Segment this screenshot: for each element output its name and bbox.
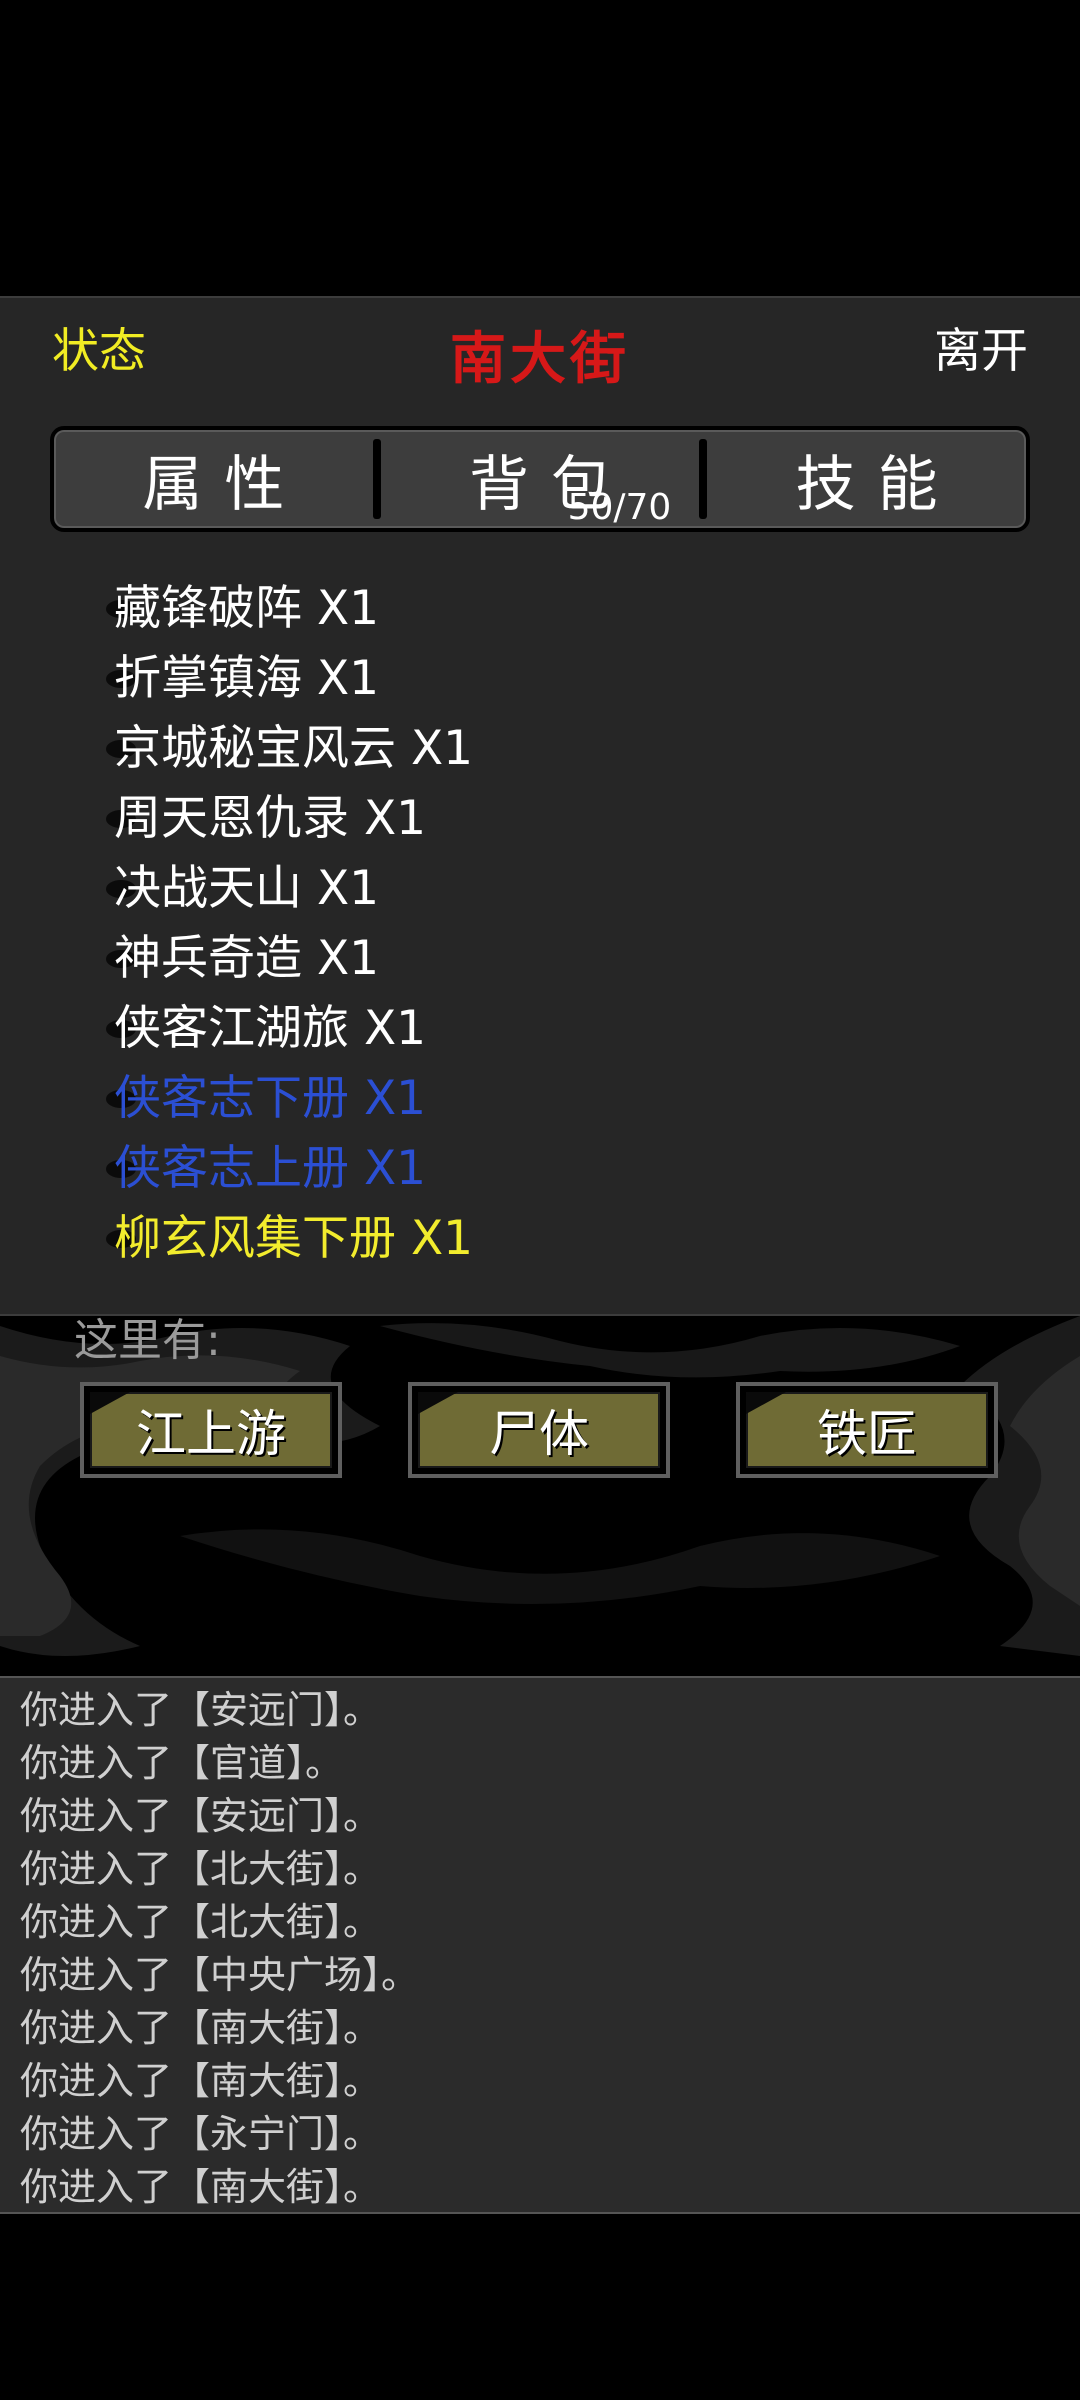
- npc-label: 铁匠: [817, 1405, 917, 1463]
- inventory-item[interactable]: 神兵奇造 X1: [106, 924, 473, 994]
- log-line: 你进入了【南大街】。: [20, 2165, 382, 2209]
- log-line: 你进入了【中央广场】。: [20, 1953, 420, 1997]
- inventory-item[interactable]: 柳玄风集下册 X1: [106, 1204, 474, 1274]
- inventory-item-name: 藏锋破阵 X1: [114, 581, 380, 636]
- log-line: 你进入了【永宁门】。: [20, 2112, 382, 2156]
- inventory-item[interactable]: 侠客志上册 X1: [106, 1134, 473, 1204]
- inventory-item[interactable]: 折掌镇海 X1: [106, 644, 473, 714]
- inventory-item-name: 柳玄风集下册 X1: [114, 1211, 474, 1266]
- tab-attributes-label: 属性: [142, 449, 307, 520]
- inventory-item[interactable]: 藏锋破阵 X1: [106, 574, 473, 644]
- inventory-item[interactable]: 决战天山 X1: [106, 854, 473, 924]
- inventory-item[interactable]: 侠客江湖旅 X1: [106, 994, 473, 1064]
- leave-button[interactable]: 离开: [934, 322, 1028, 382]
- inventory-item-name: 京城秘宝风云 X1: [114, 721, 474, 776]
- npc-label: 江上游: [136, 1405, 286, 1463]
- inventory-item-name: 神兵奇造 X1: [114, 931, 380, 986]
- npc-button-jiangshangyou[interactable]: 江上游: [80, 1382, 342, 1478]
- inventory-item[interactable]: 周天恩仇录 X1: [106, 784, 473, 854]
- log-line: 你进入了【安远门】。: [20, 1688, 382, 1732]
- tab-divider: [372, 439, 381, 519]
- location-panel: 状态 南大街 离开 属性 背包 50/70 技能 藏锋破阵 X1 折掌镇海 X1 京…: [0, 296, 1080, 1316]
- npc-button-blacksmith[interactable]: 铁匠: [736, 1382, 998, 1478]
- inventory-list: 藏锋破阵 X1 折掌镇海 X1 京城秘宝风云 X1 周天恩仇录 X1 决战天山 X1 神兵…: [106, 574, 474, 1274]
- inventory-item-name: 决战天山 X1: [114, 861, 380, 916]
- log-line: 你进入了【北大街】。: [20, 1847, 382, 1891]
- inventory-item[interactable]: 侠客志下册 X1: [106, 1064, 473, 1134]
- backpack-capacity: 50/70: [567, 487, 672, 528]
- tab-backpack[interactable]: 背包 50/70: [381, 430, 700, 529]
- npc-label: 尸体: [489, 1405, 589, 1463]
- inventory-item-name: 折掌镇海 X1: [114, 651, 380, 706]
- log-line: 你进入了【安远门】。: [20, 1794, 382, 1838]
- tab-skills-label: 技能: [795, 449, 960, 520]
- log-line: 你进入了【北大街】。: [20, 1900, 382, 1944]
- surroundings-area: 这里有: 江上游 尸体 铁匠: [0, 1316, 1080, 1676]
- inventory-item-name: 周天恩仇录 X1: [114, 791, 427, 846]
- inventory-item-name: 侠客江湖旅 X1: [114, 1001, 427, 1056]
- log-line: 你进入了【南大街】。: [20, 2006, 382, 2050]
- location-title: 南大街: [450, 326, 630, 392]
- smoke-background: [0, 1316, 1080, 1656]
- tab-divider: [699, 439, 708, 519]
- tab-bar: 属性 背包 50/70 技能: [50, 426, 1030, 532]
- npc-button-corpse[interactable]: 尸体: [408, 1382, 670, 1478]
- inventory-item-name: 侠客志上册 X1: [114, 1141, 427, 1196]
- inventory-item-name: 侠客志下册 X1: [114, 1071, 427, 1126]
- log-line: 你进入了【南大街】。: [20, 2059, 382, 2103]
- tab-skills[interactable]: 技能: [707, 430, 1026, 528]
- inventory-item[interactable]: 京城秘宝风云 X1: [106, 714, 474, 784]
- tab-attributes[interactable]: 属性: [54, 430, 373, 528]
- log-line: 你进入了【官道】。: [20, 1741, 344, 1785]
- message-log[interactable]: 你进入了【安远门】。 你进入了【官道】。 你进入了【安远门】。 你进入了【北大街】。你…: [0, 1676, 1080, 2214]
- here-label: 这里有:: [74, 1316, 221, 1366]
